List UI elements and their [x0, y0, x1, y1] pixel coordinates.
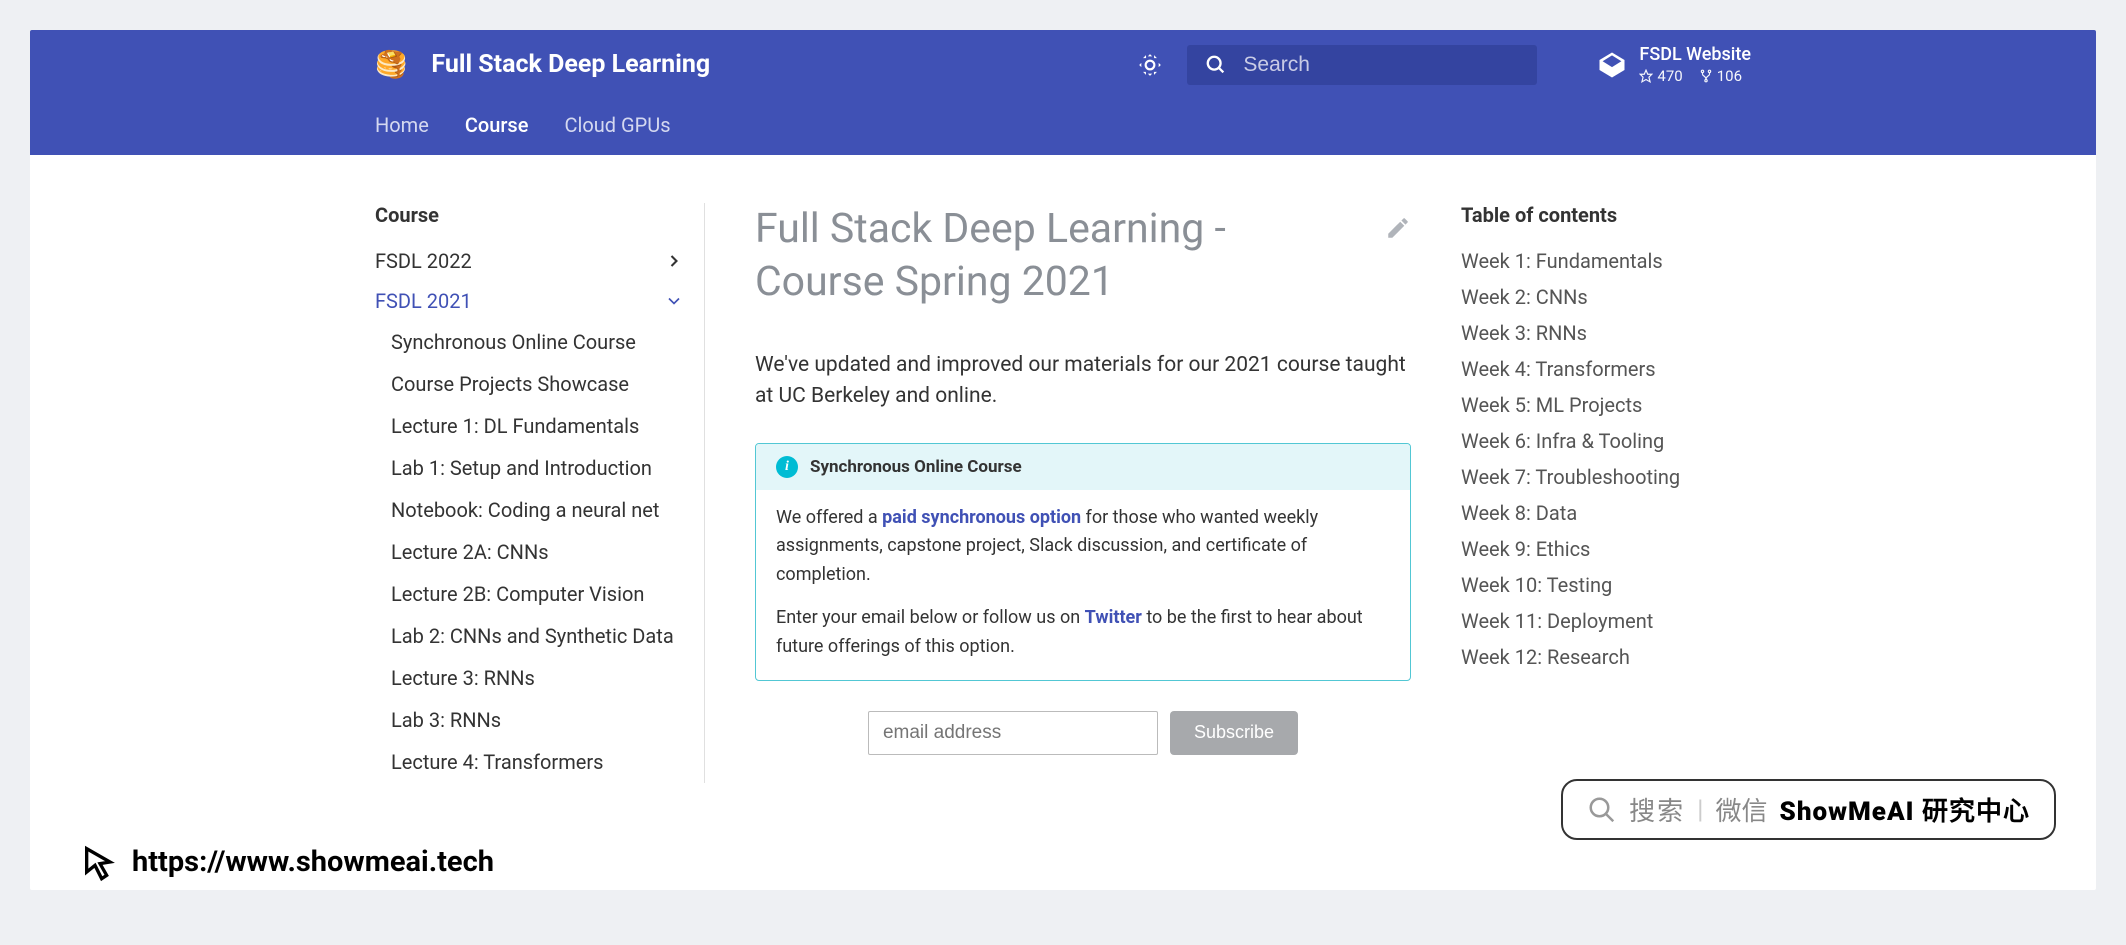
nav-course[interactable]: Course: [465, 113, 529, 137]
admonition-paragraph: Enter your email below or follow us on T…: [776, 604, 1390, 662]
toc-item[interactable]: Week 1: Fundamentals: [1461, 243, 1751, 279]
cursor-overlay: https://www.showmeai.tech: [80, 842, 494, 882]
twitter-link[interactable]: Twitter: [1085, 607, 1142, 628]
toc-item[interactable]: Week 4: Transformers: [1461, 351, 1751, 387]
article-intro: We've updated and improved our materials…: [755, 350, 1411, 413]
sidebar: Course FSDL 2022FSDL 2021Synchronous Onl…: [375, 203, 705, 783]
sidebar-item[interactable]: FSDL 2022: [375, 241, 684, 281]
subscribe-button[interactable]: Subscribe: [1170, 711, 1298, 755]
search-box[interactable]: [1187, 45, 1537, 85]
email-input[interactable]: [868, 711, 1158, 755]
sidebar-heading: Course: [375, 203, 684, 227]
stars-count: 470: [1639, 67, 1682, 85]
sidebar-subitem[interactable]: Lab 1: Setup and Introduction: [391, 447, 684, 489]
sidebar-subitem[interactable]: Lab 3: RNNs: [391, 699, 684, 741]
main-content: Full Stack Deep Learning - Course Spring…: [755, 203, 1411, 783]
search-input[interactable]: [1243, 53, 1519, 77]
cursor-icon: [80, 842, 120, 882]
sidebar-subitem[interactable]: Synchronous Online Course: [391, 321, 684, 363]
sidebar-subitem[interactable]: Lab 2: CNNs and Synthetic Data: [391, 615, 684, 657]
repo-icon: [1597, 50, 1627, 80]
header: 🥞 Full Stack Deep Learning FSDL Website: [30, 30, 2096, 155]
sidebar-subitem[interactable]: Lecture 4: Transformers: [391, 741, 684, 783]
toc-item[interactable]: Week 7: Troubleshooting: [1461, 459, 1751, 495]
toc-item[interactable]: Week 3: RNNs: [1461, 315, 1751, 351]
watermark-badge: 搜索 | 微信 ShowMeAI 研究中心: [1561, 779, 2056, 840]
repo-link[interactable]: FSDL Website 470 106: [1597, 44, 1751, 85]
toc-item[interactable]: Week 2: CNNs: [1461, 279, 1751, 315]
site-title[interactable]: Full Stack Deep Learning: [431, 50, 710, 79]
bottom-url: https://www.showmeai.tech: [132, 845, 494, 879]
chevron-down-icon: [664, 291, 684, 311]
toc-item[interactable]: Week 6: Infra & Tooling: [1461, 423, 1751, 459]
sidebar-subitem[interactable]: Course Projects Showcase: [391, 363, 684, 405]
sidebar-subitem[interactable]: Lecture 1: DL Fundamentals: [391, 405, 684, 447]
sidebar-subitem[interactable]: Lecture 2B: Computer Vision: [391, 573, 684, 615]
info-admonition: i Synchronous Online Course We offered a…: [755, 443, 1411, 681]
table-of-contents: Table of contents Week 1: FundamentalsWe…: [1461, 203, 1751, 783]
toc-heading: Table of contents: [1461, 203, 1751, 227]
admonition-title-text: Synchronous Online Course: [810, 457, 1022, 477]
nav-cloud-gpus[interactable]: Cloud GPUs: [564, 113, 670, 137]
toc-item[interactable]: Week 11: Deployment: [1461, 603, 1751, 639]
toc-item[interactable]: Week 8: Data: [1461, 495, 1751, 531]
forks-count: 106: [1699, 67, 1742, 85]
admonition-paragraph: We offered a paid synchronous option for…: [776, 504, 1390, 590]
sidebar-item[interactable]: FSDL 2021: [375, 281, 684, 321]
search-icon: [1587, 795, 1617, 825]
repo-name: FSDL Website: [1639, 44, 1751, 65]
theme-toggle-icon[interactable]: [1137, 52, 1163, 78]
info-icon: i: [776, 456, 798, 478]
header-nav: Home Course Cloud GPUs: [223, 99, 1903, 155]
article-title: Full Stack Deep Learning - Course Spring…: [755, 203, 1365, 310]
paid-option-link[interactable]: paid synchronous option: [882, 507, 1081, 528]
toc-item[interactable]: Week 5: ML Projects: [1461, 387, 1751, 423]
edit-icon[interactable]: [1385, 215, 1411, 241]
search-icon: [1205, 54, 1227, 76]
toc-item[interactable]: Week 10: Testing: [1461, 567, 1751, 603]
toc-item[interactable]: Week 9: Ethics: [1461, 531, 1751, 567]
toc-item[interactable]: Week 12: Research: [1461, 639, 1751, 675]
logo-icon: 🥞: [375, 50, 407, 80]
chevron-right-icon: [664, 251, 684, 271]
sidebar-subitem[interactable]: Lecture 3: RNNs: [391, 657, 684, 699]
sidebar-subitem[interactable]: Lecture 2A: CNNs: [391, 531, 684, 573]
sidebar-subitem[interactable]: Notebook: Coding a neural net: [391, 489, 684, 531]
nav-home[interactable]: Home: [375, 113, 429, 137]
